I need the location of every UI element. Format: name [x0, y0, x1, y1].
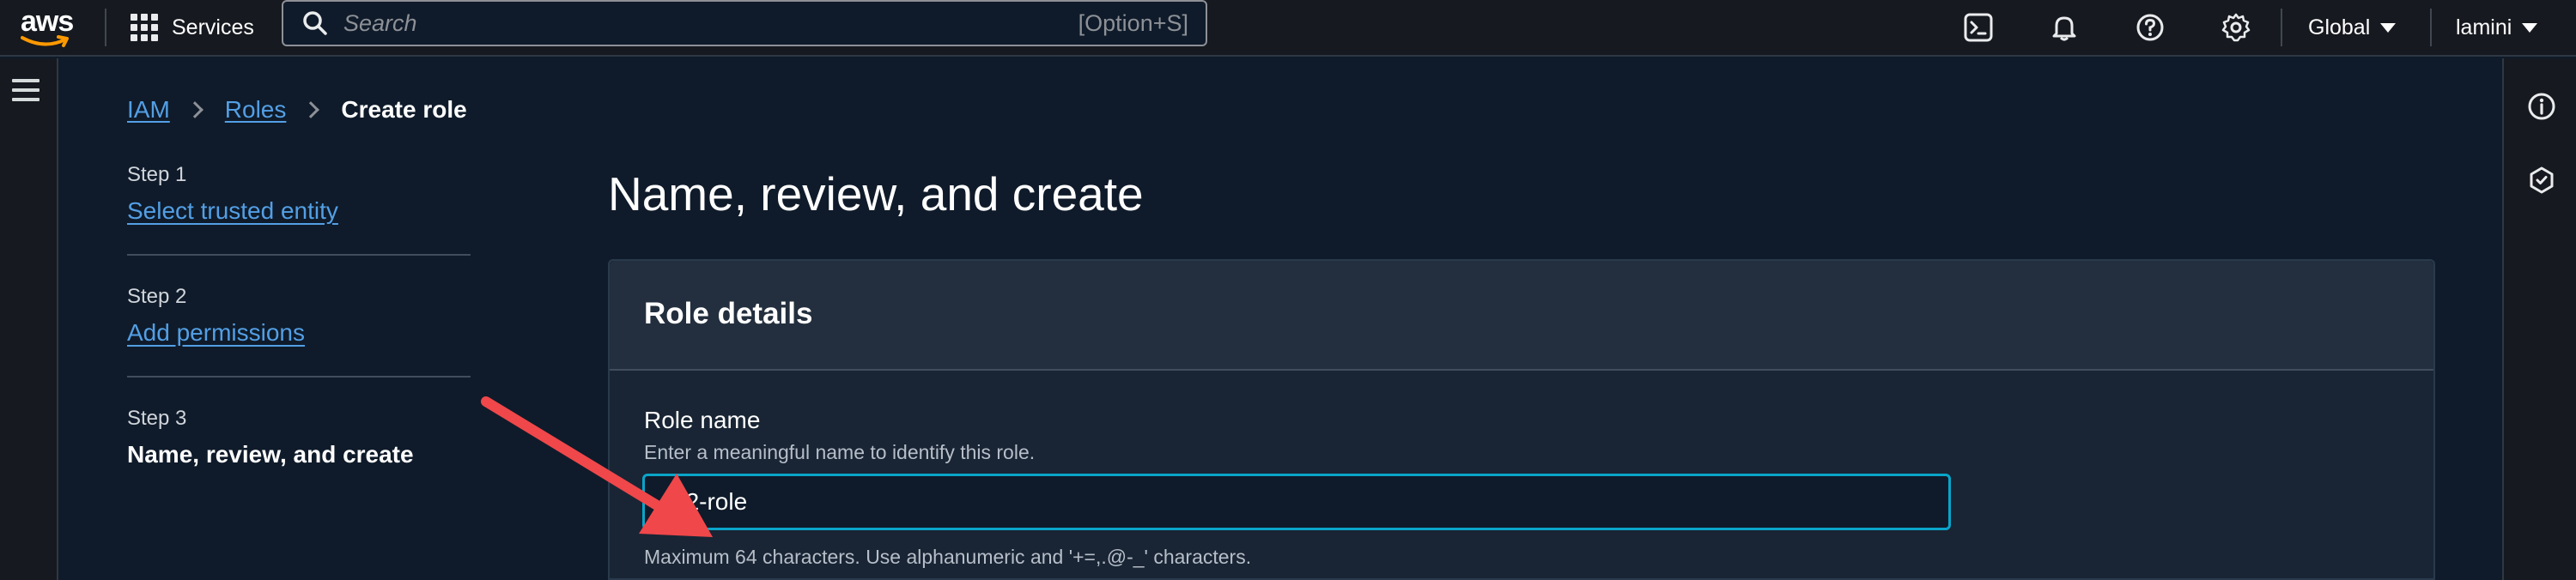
chevron-right-icon: [302, 101, 320, 118]
services-menu-button[interactable]: Services: [131, 9, 254, 46]
nav-divider: [2430, 9, 2432, 46]
cloudshell-button[interactable]: [1958, 7, 1999, 48]
wizard-steps: Step 1 Select trusted entity Step 2 Add …: [127, 163, 471, 468]
info-icon: [2528, 93, 2555, 120]
search-icon: [303, 11, 327, 35]
role-name-input[interactable]: [642, 474, 1951, 530]
main-content: IAM Roles Create role Step 1 Select trus…: [60, 58, 2502, 580]
step-link-select-trusted-entity[interactable]: Select trusted entity: [127, 197, 338, 225]
search-bar[interactable]: Search [Option+S]: [282, 0, 1207, 46]
notifications-icon: [2052, 16, 2076, 41]
help-icon: [2136, 14, 2164, 41]
top-navigation: aws Services Search [Option+S] Global la…: [0, 0, 2576, 57]
right-tools-rail: [2502, 58, 2576, 580]
search-input[interactable]: Search: [343, 10, 1078, 37]
user-label: lamini: [2456, 15, 2512, 39]
role-name-label: Role name: [644, 407, 761, 433]
cloudshell-icon: [1964, 13, 1993, 42]
settings-icon: [2221, 13, 2251, 42]
notifications-button[interactable]: [2044, 7, 2085, 48]
breadcrumb-roles[interactable]: Roles: [225, 96, 287, 124]
panel-header: [610, 261, 2433, 371]
role-name-constraint-hint: Maximum 64 characters. Use alphanumeric …: [644, 546, 1252, 568]
wizard-step-3: Step 3 Name, review, and create: [127, 407, 471, 468]
search-shortcut-hint: [Option+S]: [1078, 9, 1188, 36]
help-button[interactable]: [2129, 7, 2171, 48]
chevron-right-icon: [185, 101, 204, 118]
step-current-label: Name, review, and create: [127, 441, 414, 468]
breadcrumb-iam[interactable]: IAM: [127, 96, 170, 124]
wizard-step-1: Step 1 Select trusted entity: [127, 163, 471, 225]
services-label: Services: [172, 15, 254, 39]
step-divider: [127, 254, 471, 256]
page-title: Name, review, and create: [608, 167, 1144, 221]
left-nav-rail: [0, 58, 58, 580]
breadcrumb-current: Create role: [341, 96, 467, 123]
menu-icon[interactable]: [12, 79, 39, 101]
panel-title: Role details: [644, 297, 813, 330]
info-panel-button[interactable]: [2524, 89, 2559, 124]
role-details-panel: Role details Role name Enter a meaningfu…: [608, 259, 2435, 580]
step-number: Step 2: [127, 285, 187, 308]
region-selector[interactable]: Global: [2308, 9, 2397, 46]
step-link-add-permissions[interactable]: Add permissions: [127, 319, 305, 347]
caret-down-icon: [2522, 22, 2538, 33]
step-number: Step 3: [127, 407, 187, 430]
breadcrumb: IAM Roles Create role: [127, 96, 467, 124]
settings-button[interactable]: [2215, 7, 2257, 48]
role-name-description: Enter a meaningful name to identify this…: [644, 441, 1036, 463]
nav-divider: [105, 9, 106, 46]
wizard-step-2: Step 2 Add permissions: [127, 285, 471, 347]
region-label: Global: [2308, 15, 2371, 39]
caret-down-icon: [2380, 22, 2397, 33]
nav-divider: [2281, 9, 2282, 46]
step-divider: [127, 376, 471, 378]
step-number: Step 1: [127, 163, 187, 186]
aws-smile-icon: [21, 35, 69, 47]
services-grid-icon: [131, 14, 158, 41]
aws-logo[interactable]: aws: [19, 5, 76, 48]
feedback-icon: [2530, 166, 2554, 194]
account-menu[interactable]: lamini: [2456, 9, 2538, 46]
feedback-button[interactable]: [2524, 163, 2559, 197]
